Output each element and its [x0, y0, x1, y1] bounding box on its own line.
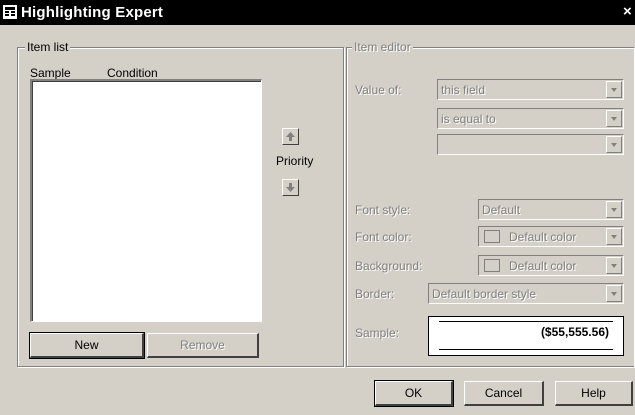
- column-header-condition[interactable]: Condition: [107, 66, 158, 80]
- font-color-label: Font color:: [355, 230, 412, 244]
- ok-button[interactable]: OK: [374, 380, 454, 407]
- font-color-select-value: Default color: [509, 230, 577, 244]
- background-label: Background:: [355, 259, 423, 273]
- chevron-down-icon[interactable]: [606, 228, 622, 245]
- sample-bottom-rule: [439, 349, 613, 350]
- remove-button-label: Remove: [180, 338, 225, 352]
- new-button[interactable]: New: [29, 332, 145, 359]
- highlighting-expert-dialog: Highlighting Expert × Item list Sample C…: [0, 0, 635, 415]
- title-bar[interactable]: Highlighting Expert ×: [0, 0, 635, 25]
- border-select[interactable]: Default border style: [428, 283, 624, 304]
- condition-value-select[interactable]: [437, 134, 624, 155]
- help-button-label: Help: [581, 386, 606, 400]
- item-editor-group-label: Item editor: [352, 40, 413, 54]
- background-color-swatch: [484, 259, 500, 272]
- app-icon: [3, 5, 17, 19]
- remove-button[interactable]: Remove: [147, 333, 259, 358]
- column-header-sample[interactable]: Sample: [30, 66, 71, 80]
- operator-select-value: is equal to: [441, 112, 496, 126]
- chevron-down-icon[interactable]: [606, 81, 622, 98]
- ok-button-label: OK: [404, 386, 423, 400]
- chevron-down-icon[interactable]: [606, 110, 622, 127]
- chevron-down-icon[interactable]: [606, 201, 622, 218]
- chevron-down-icon[interactable]: [606, 136, 622, 153]
- cancel-button[interactable]: Cancel: [464, 381, 544, 406]
- priority-up-button[interactable]: [282, 128, 299, 145]
- item-list[interactable]: [30, 79, 262, 322]
- priority-label: Priority: [276, 154, 314, 168]
- chevron-down-icon[interactable]: [606, 257, 622, 274]
- help-button[interactable]: Help: [555, 381, 633, 406]
- value-of-select[interactable]: this field: [437, 79, 624, 100]
- background-select-value: Default color: [509, 259, 577, 273]
- value-of-select-value: this field: [441, 83, 486, 97]
- font-color-swatch: [484, 230, 500, 243]
- sample-value: ($55,555.56): [540, 325, 609, 339]
- arrow-up-icon: [286, 132, 295, 141]
- priority-down-button[interactable]: [282, 179, 299, 196]
- operator-select[interactable]: is equal to: [437, 108, 624, 129]
- font-color-select[interactable]: Default color: [478, 226, 624, 247]
- font-style-select[interactable]: Default: [478, 199, 624, 220]
- new-button-label: New: [74, 338, 99, 352]
- border-label: Border:: [355, 287, 395, 301]
- close-icon[interactable]: ×: [623, 3, 632, 20]
- item-list-group-label: Item list: [25, 40, 71, 54]
- sample-preview: ($55,555.56): [428, 316, 624, 356]
- cancel-button-label: Cancel: [484, 386, 523, 400]
- sample-top-rule: [439, 321, 613, 322]
- font-style-label: Font style:: [355, 203, 411, 217]
- value-of-label: Value of:: [355, 83, 402, 97]
- chevron-down-icon[interactable]: [606, 285, 622, 302]
- border-select-value: Default border style: [432, 287, 537, 301]
- arrow-down-icon: [286, 183, 295, 192]
- font-style-select-value: Default: [482, 203, 521, 217]
- window-title: Highlighting Expert: [21, 4, 164, 21]
- background-select[interactable]: Default color: [478, 255, 624, 276]
- sample-label: Sample:: [355, 326, 400, 340]
